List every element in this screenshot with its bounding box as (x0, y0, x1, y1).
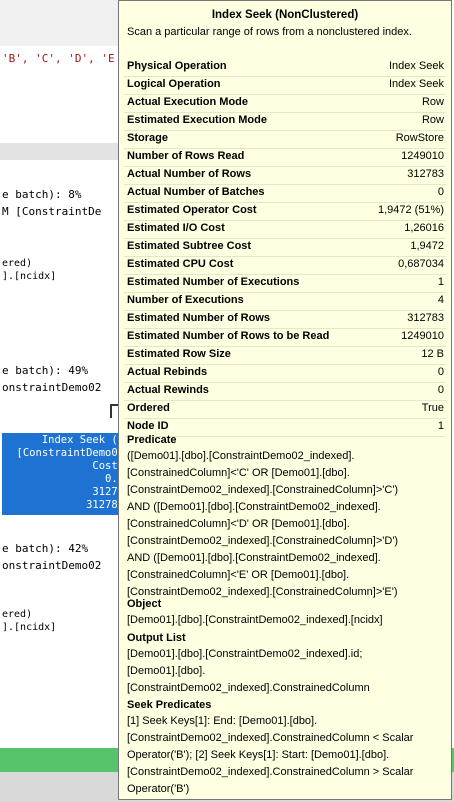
property-value: 1,9472 (51%) (377, 204, 444, 216)
property-row: Ordered True (124, 401, 446, 419)
property-value: 1 (437, 276, 444, 288)
property-name: Estimated Operator Cost (127, 204, 257, 216)
predicate-section: Predicate ([Demo01].[dbo].[ConstraintDem… (127, 434, 445, 601)
property-value: Row (421, 114, 444, 126)
code-fragment: 'B', 'C', 'D', 'E (2, 52, 115, 65)
batch3-line1: ered) (2, 609, 33, 620)
property-row: Number of Rows Read 1249010 (124, 149, 446, 167)
property-row: Logical Operation Index Seek (124, 77, 446, 95)
property-value: 0 (437, 366, 444, 378)
property-name: Number of Rows Read (127, 150, 245, 162)
tooltip-description: Scan a particular range of rows from a n… (127, 26, 412, 38)
property-name: Estimated Row Size (127, 348, 231, 360)
output-list-text: [Demo01].[dbo].[ConstraintDemo02_indexed… (127, 648, 370, 694)
property-value: Row (421, 96, 444, 108)
property-value: 1,9472 (410, 240, 444, 252)
batch1-cost: e batch): 8% (2, 188, 82, 201)
property-row: Actual Rewinds 0 (124, 383, 446, 401)
property-name: Physical Operation (127, 60, 227, 72)
property-value: 312783 (407, 312, 444, 324)
batch1-statement[interactable]: M [ConstraintDe (2, 205, 101, 218)
property-name: Actual Number of Rows (127, 168, 252, 180)
property-row: Storage RowStore (124, 131, 446, 149)
property-value: 12 B (421, 348, 444, 360)
property-value: Index Seek (388, 60, 444, 72)
batch3-statement[interactable]: onstraintDemo02 (2, 559, 101, 572)
property-row: Estimated Number of Executions 1 (124, 275, 446, 293)
batch3-line2: ].[ncidx] (2, 622, 57, 633)
seek-predicates-heading: Seek Predicates (127, 699, 212, 711)
batch2-cost: e batch): 49% (2, 364, 89, 377)
property-table: Physical Operation Index Seek Logical Oper… (124, 59, 446, 437)
operator-tooltip: Index Seek (NonClustered) Scan a particu… (118, 0, 452, 800)
object-section: Object [Demo01].[dbo].[ConstraintDemo02_… (127, 598, 445, 629)
property-value: 1249010 (401, 330, 444, 342)
property-name: Estimated I/O Cost (127, 222, 225, 234)
property-name: Actual Rewinds (127, 384, 209, 396)
property-row: Physical Operation Index Seek (124, 59, 446, 77)
plan-node-object: [ConstraintDemo02 (16, 447, 124, 459)
property-name: Actual Execution Mode (127, 96, 249, 108)
property-row: Estimated Operator Cost 1,9472 (51%) (124, 203, 446, 221)
property-name: Estimated Subtree Cost (127, 240, 252, 252)
property-value: 4 (437, 294, 444, 306)
property-row: Estimated Execution Mode Row (124, 113, 446, 131)
property-name: Estimated Number of Executions (127, 276, 300, 288)
batch1-line2: ].[ncidx] (2, 271, 57, 282)
object-heading: Object (127, 598, 162, 610)
property-row: Actual Rebinds 0 (124, 365, 446, 383)
property-value: RowStore (395, 132, 444, 144)
property-name: Estimated CPU Cost (127, 258, 234, 270)
property-name: Ordered (127, 402, 170, 414)
property-value: 1,26016 (404, 222, 444, 234)
property-value: Index Seek (388, 78, 444, 90)
index-seek-plan-node[interactable]: Index Seek (N [ConstraintDemo02 Cost: 0.… (2, 433, 128, 515)
property-value: 1 (437, 420, 444, 432)
property-value: 0 (437, 186, 444, 198)
property-value: 0,687034 (398, 258, 444, 270)
property-row: Actual Execution Mode Row (124, 95, 446, 113)
predicate-text: ([Demo01].[dbo].[ConstraintDemo02_indexe… (127, 450, 399, 598)
code-editor-area (0, 0, 130, 46)
seek-predicates-section: Seek Predicates [1] Seek Keys[1]: End: [… (127, 699, 445, 798)
property-name: Logical Operation (127, 78, 221, 90)
tooltip-title: Index Seek (NonClustered) (211, 9, 359, 21)
property-value: 312783 (407, 168, 444, 180)
property-name: Storage (127, 132, 168, 144)
plan-node-title: Index Seek (N (41, 434, 124, 446)
property-row: Estimated I/O Cost 1,26016 (124, 221, 446, 239)
property-name: Estimated Execution Mode (127, 114, 267, 126)
property-row: Estimated Number of Rows 312783 (124, 311, 446, 329)
property-value: 1249010 (401, 150, 444, 162)
property-name: Estimated Number of Rows (127, 312, 271, 324)
property-name: Actual Rebinds (127, 366, 208, 378)
property-name: Actual Number of Batches (127, 186, 265, 198)
property-row: Number of Executions 4 (124, 293, 446, 311)
batch2-statement[interactable]: onstraintDemo02 (2, 381, 101, 394)
property-row: Estimated Subtree Cost 1,9472 (124, 239, 446, 257)
property-row: Estimated Number of Rows to be Read 12490… (124, 329, 446, 347)
property-row: Estimated CPU Cost 0,687034 (124, 257, 446, 275)
object-text: [Demo01].[dbo].[ConstraintDemo02_indexed… (127, 614, 383, 626)
property-row: Estimated Row Size 12 B (124, 347, 446, 365)
property-name: Estimated Number of Rows to be Read (127, 330, 330, 342)
predicate-heading: Predicate (127, 434, 177, 446)
seek-predicates-text: [1] Seek Keys[1]: End: [Demo01].[dbo]. [… (127, 715, 414, 795)
property-name: Number of Executions (127, 294, 244, 306)
output-list-heading: Output List (127, 632, 186, 644)
output-list-section: Output List [Demo01].[dbo].[ConstraintDe… (127, 632, 445, 697)
property-value: 0 (437, 384, 444, 396)
property-row: Actual Number of Batches 0 (124, 185, 446, 203)
batch3-cost: e batch): 42% (2, 542, 89, 555)
editor-separator (0, 143, 130, 160)
property-value: True (421, 402, 444, 414)
property-name: Node ID (127, 420, 169, 432)
property-row: Actual Number of Rows 312783 (124, 167, 446, 185)
batch1-line1: ered) (2, 258, 33, 269)
